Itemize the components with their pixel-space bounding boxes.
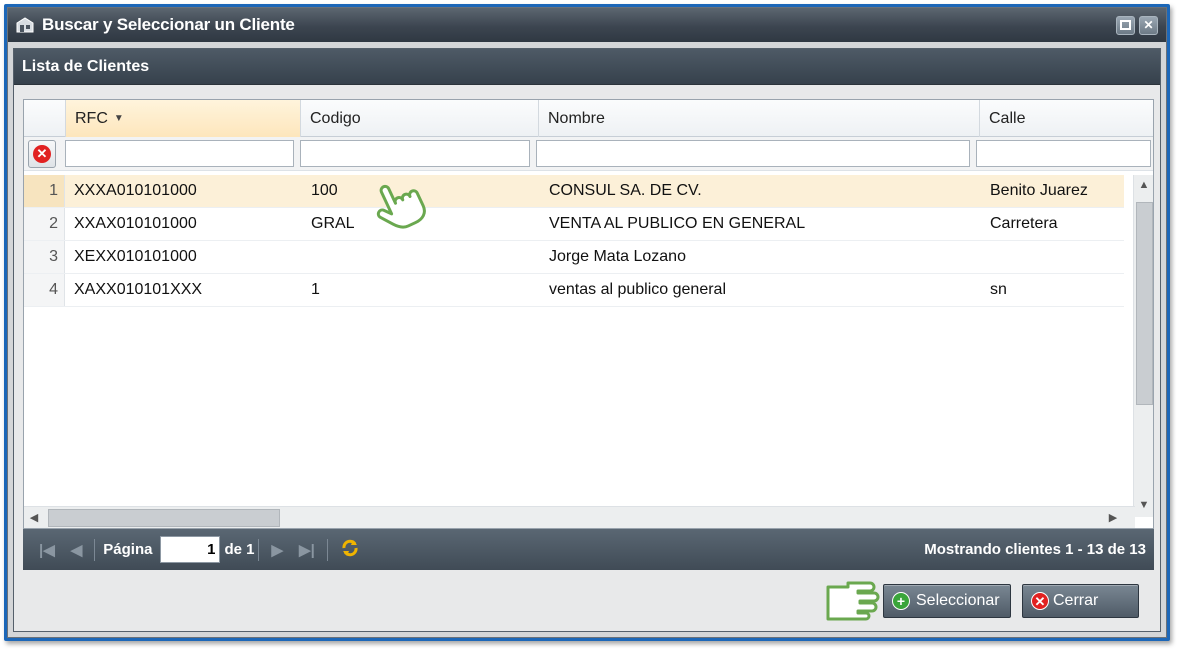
column-header-rfc[interactable]: RFC ▼ bbox=[66, 100, 301, 137]
horizontal-scroll-thumb[interactable] bbox=[48, 509, 280, 527]
client-list-panel: Lista de Clientes RFC ▼ Codigo Nombre Ca… bbox=[13, 48, 1161, 632]
column-label-nombre: Nombre bbox=[548, 109, 605, 127]
scroll-up-icon[interactable]: ▲ bbox=[1134, 179, 1153, 191]
clear-filters-button[interactable]: ✕ bbox=[28, 139, 56, 168]
scroll-down-icon[interactable]: ▼ bbox=[1134, 499, 1153, 511]
column-header-calle[interactable]: Calle bbox=[980, 100, 1153, 137]
row-number-header bbox=[24, 100, 66, 137]
table-row[interactable]: 2 XXAX010101000 GRAL VENTA AL PUBLICO EN… bbox=[24, 208, 1124, 241]
scroll-right-icon[interactable]: ▶ bbox=[1103, 511, 1123, 524]
grid-header: RFC ▼ Codigo Nombre Calle bbox=[24, 100, 1153, 137]
select-button[interactable]: + Seleccionar bbox=[883, 584, 1011, 618]
first-page-icon[interactable]: |◀ bbox=[39, 541, 55, 559]
window-title: Buscar y Seleccionar un Cliente bbox=[42, 15, 295, 34]
hand-cursor-icon bbox=[371, 180, 427, 237]
page-label: Página bbox=[103, 541, 153, 558]
row-number: 2 bbox=[24, 208, 65, 240]
toolbar-separator bbox=[326, 538, 328, 561]
scroll-left-icon[interactable]: ◀ bbox=[24, 511, 44, 524]
title-bar[interactable]: Buscar y Seleccionar un Cliente ✕ bbox=[8, 8, 1166, 42]
paging-status: Mostrando clientes 1 - 13 de 13 bbox=[924, 541, 1146, 558]
horizontal-scrollbar[interactable]: ◀ ▶ bbox=[24, 506, 1135, 528]
close-button-label: Cerrar bbox=[1053, 592, 1099, 609]
cancel-icon: ✕ bbox=[1031, 592, 1049, 610]
row-number: 1 bbox=[24, 175, 65, 207]
clear-icon: ✕ bbox=[33, 144, 51, 163]
next-page-icon[interactable]: ▶ bbox=[271, 541, 283, 559]
vertical-scrollbar[interactable]: ▲ ▼ bbox=[1133, 175, 1153, 517]
prev-page-icon[interactable]: ◀ bbox=[71, 541, 83, 559]
cell-calle: Benito Juarez bbox=[990, 182, 1088, 199]
refresh-icon[interactable] bbox=[340, 538, 360, 562]
cell-calle: sn bbox=[990, 281, 1007, 298]
toolbar-separator bbox=[258, 538, 260, 561]
add-icon: + bbox=[892, 592, 910, 610]
vertical-scroll-thumb[interactable] bbox=[1136, 202, 1153, 405]
filter-row: ✕ bbox=[24, 137, 1153, 171]
page-number-input[interactable] bbox=[160, 536, 221, 563]
table-row[interactable]: 3 XEXX010101000 Jorge Mata Lozano bbox=[24, 241, 1124, 274]
cell-calle bbox=[981, 241, 1121, 273]
filter-calle-input[interactable] bbox=[976, 140, 1151, 167]
grid-body: 1 XXXA010101000 100 CONSUL SA. DE CV. Be… bbox=[24, 175, 1124, 307]
cell-rfc: XXXA010101000 bbox=[74, 182, 197, 199]
cell-nombre: CONSUL SA. DE CV. bbox=[549, 182, 702, 199]
panel-title: Lista de Clientes bbox=[14, 49, 1160, 85]
filter-rfc-input[interactable] bbox=[65, 140, 294, 167]
store-icon bbox=[16, 17, 34, 33]
row-number: 3 bbox=[24, 241, 65, 273]
last-page-icon[interactable]: ▶| bbox=[299, 541, 315, 559]
cell-nombre: Jorge Mata Lozano bbox=[549, 248, 686, 265]
close-button[interactable]: ✕ Cerrar bbox=[1022, 584, 1139, 618]
filter-nombre-input[interactable] bbox=[536, 140, 970, 167]
column-label-calle: Calle bbox=[989, 109, 1026, 127]
cell-calle: Carretera bbox=[990, 215, 1058, 232]
cell-codigo: 1 bbox=[311, 281, 320, 298]
table-row[interactable]: 4 XAXX010101XXX 1 ventas al publico gene… bbox=[24, 274, 1124, 307]
pointing-hand-icon bbox=[824, 577, 884, 626]
filter-codigo-input[interactable] bbox=[300, 140, 530, 167]
select-button-label: Seleccionar bbox=[916, 592, 1000, 609]
cell-rfc: XEXX010101000 bbox=[74, 248, 197, 265]
cell-codigo bbox=[302, 241, 540, 273]
cell-rfc: XAXX010101XXX bbox=[74, 281, 203, 298]
page-count-label: de 1 bbox=[224, 541, 255, 558]
client-grid: RFC ▼ Codigo Nombre Calle ✕ 1 XXXA010101… bbox=[23, 99, 1154, 529]
cell-rfc: XXAX010101000 bbox=[74, 215, 197, 232]
column-header-codigo[interactable]: Codigo bbox=[301, 100, 539, 137]
column-header-nombre[interactable]: Nombre bbox=[539, 100, 980, 137]
close-icon[interactable]: ✕ bbox=[1139, 15, 1158, 35]
restore-icon[interactable] bbox=[1116, 15, 1135, 35]
column-label-rfc: RFC bbox=[75, 109, 108, 127]
paging-toolbar: |◀ ◀ Página de 1 ▶ ▶| Mostrando clientes… bbox=[23, 529, 1154, 570]
dialog-window: Buscar y Seleccionar un Cliente ✕ Lista … bbox=[7, 7, 1167, 638]
toolbar-separator bbox=[94, 538, 96, 561]
cell-nombre: VENTA AL PUBLICO EN GENERAL bbox=[549, 215, 806, 232]
window-frame: Buscar y Seleccionar un Cliente ✕ Lista … bbox=[4, 4, 1170, 641]
table-row[interactable]: 1 XXXA010101000 100 CONSUL SA. DE CV. Be… bbox=[24, 175, 1124, 208]
column-label-codigo: Codigo bbox=[310, 109, 361, 127]
sort-desc-icon: ▼ bbox=[113, 113, 124, 124]
cell-nombre: ventas al publico general bbox=[549, 281, 727, 298]
row-number: 4 bbox=[24, 274, 65, 306]
